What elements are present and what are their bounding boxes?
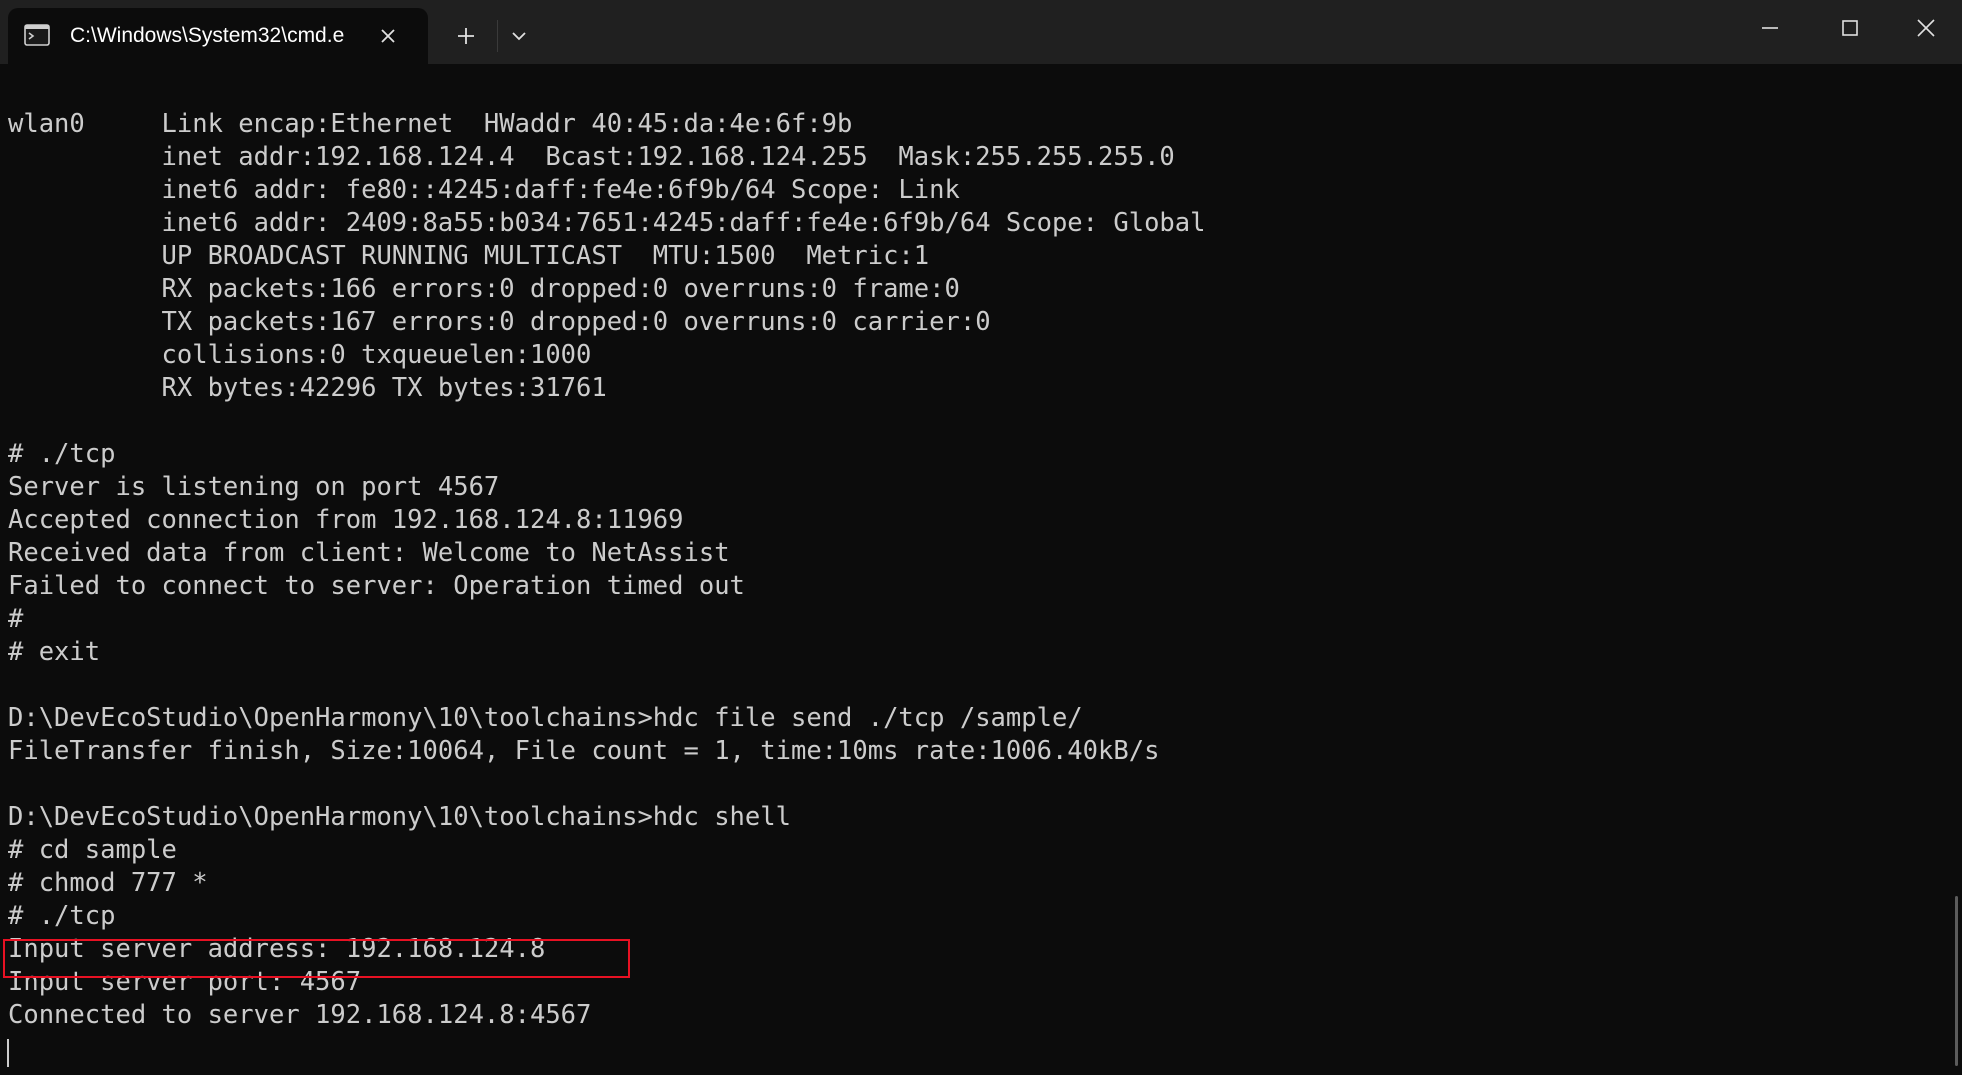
- console-line: # chmod 777 *: [8, 868, 208, 898]
- console-line: #: [8, 604, 24, 634]
- window-close-button[interactable]: [1890, 0, 1962, 56]
- console-line: Failed to connect to server: Operation t…: [8, 571, 745, 601]
- close-icon[interactable]: [376, 24, 400, 48]
- console-line: # cd sample: [8, 835, 177, 865]
- tab-dropdown-button[interactable]: [500, 18, 538, 54]
- terminal-icon: [24, 24, 50, 46]
- text-cursor: [7, 1039, 9, 1067]
- console-line: Accepted connection from 192.168.124.8:1…: [8, 505, 684, 535]
- terminal-output[interactable]: wlan0 Link encap:Ethernet HWaddr 40:45:d…: [0, 64, 1962, 1075]
- console-line: D:\DevEcoStudio\OpenHarmony\10\toolchain…: [8, 703, 1083, 733]
- console-line: inet addr:192.168.124.4 Bcast:192.168.12…: [8, 142, 1175, 172]
- minimize-icon: [1762, 27, 1778, 29]
- title-bar[interactable]: C:\Windows\System32\cmd.e: [0, 0, 1962, 64]
- console-line: wlan0 Link encap:Ethernet HWaddr 40:45:d…: [8, 109, 853, 139]
- console-line: UP BROADCAST RUNNING MULTICAST MTU:1500 …: [8, 241, 930, 271]
- console-line: # ./tcp: [8, 439, 116, 469]
- tab-cmd[interactable]: C:\Windows\System32\cmd.e: [8, 8, 428, 64]
- console-line: # ./tcp: [8, 901, 116, 931]
- console-line: D:\DevEcoStudio\OpenHarmony\10\toolchain…: [8, 802, 791, 832]
- console-line: RX packets:166 errors:0 dropped:0 overru…: [8, 274, 960, 304]
- maximize-button[interactable]: [1810, 0, 1890, 56]
- highlight-box: [3, 939, 630, 978]
- console-text: wlan0 Link encap:Ethernet HWaddr 40:45:d…: [8, 108, 1938, 1032]
- new-tab-button[interactable]: [446, 18, 486, 54]
- console-line: collisions:0 txqueuelen:1000: [8, 340, 592, 370]
- console-line: inet6 addr: 2409:8a55:b034:7651:4245:daf…: [8, 208, 1206, 238]
- console-line: # exit: [8, 637, 101, 667]
- console-line: FileTransfer finish, Size:10064, File co…: [8, 736, 1160, 766]
- console-line-highlighted: Connected to server 192.168.124.8:4567: [8, 1000, 592, 1030]
- console-line: Server is listening on port 4567: [8, 472, 500, 502]
- maximize-icon: [1842, 20, 1858, 36]
- tab-title: C:\Windows\System32\cmd.e: [70, 24, 345, 47]
- console-line: RX bytes:42296 TX bytes:31761: [8, 373, 607, 403]
- console-line: Received data from client: Welcome to Ne…: [8, 538, 730, 568]
- close-icon: [1917, 19, 1935, 37]
- console-line: inet6 addr: fe80::4245:daff:fe4e:6f9b/64…: [8, 175, 960, 205]
- tab-divider: [497, 20, 498, 52]
- terminal-window: C:\Windows\System32\cmd.e wlan0 Link enc…: [0, 0, 1962, 1075]
- console-line: TX packets:167 errors:0 dropped:0 overru…: [8, 307, 991, 337]
- scrollbar-thumb[interactable]: [1955, 896, 1958, 1066]
- minimize-button[interactable]: [1730, 0, 1810, 56]
- chevron-down-icon: [512, 32, 526, 41]
